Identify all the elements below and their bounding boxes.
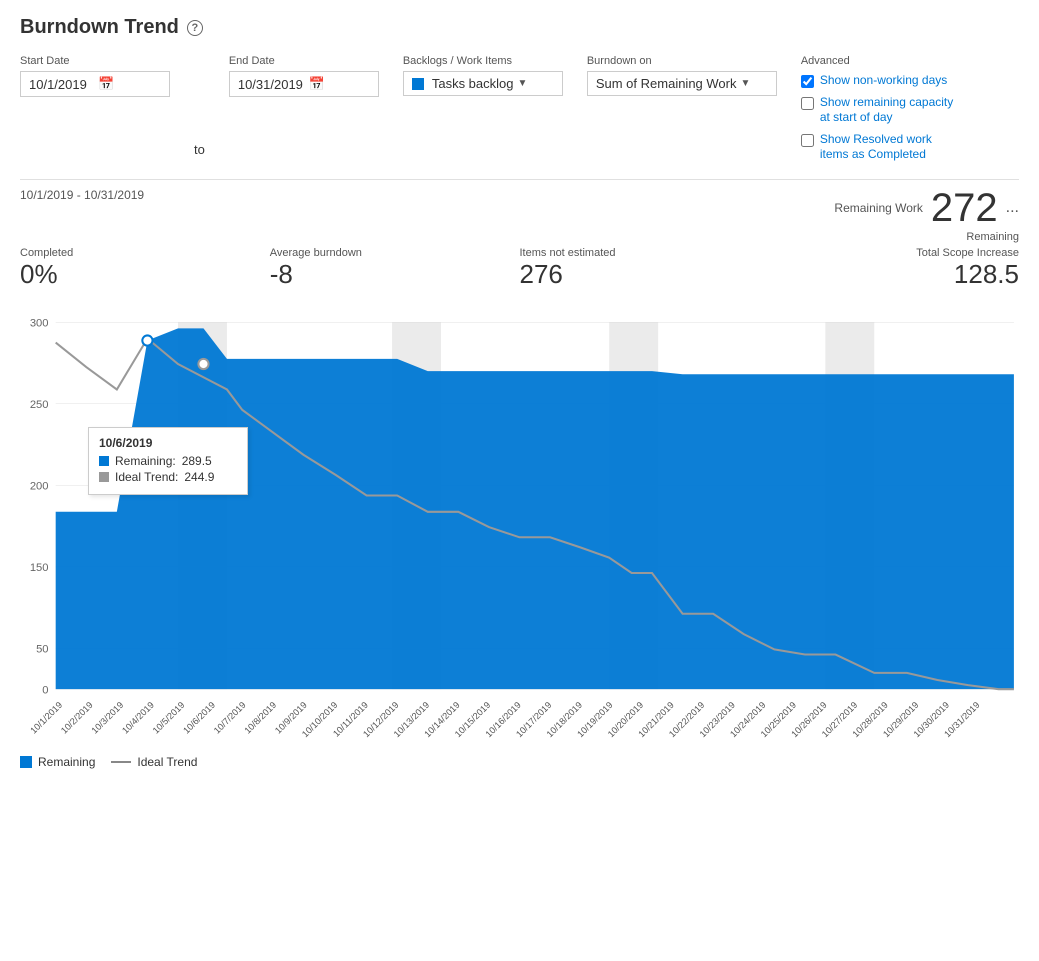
end-date-value: 10/31/2019: [238, 77, 303, 92]
completed-stat: Completed 0%: [20, 247, 270, 289]
svg-text:0: 0: [42, 684, 48, 696]
svg-text:250: 250: [30, 399, 49, 411]
svg-text:10/7/2019: 10/7/2019: [212, 700, 248, 736]
start-date-label: Start Date: [20, 55, 170, 67]
legend-remaining: Remaining: [20, 755, 95, 769]
page-title: Burndown Trend: [20, 16, 179, 39]
burndown-chart: 300 250 200 150 50 0: [20, 297, 1019, 747]
calendar-icon-end: 📅: [309, 76, 370, 92]
advanced-label: Advanced: [801, 55, 960, 67]
end-date-input[interactable]: 10/31/2019 📅: [229, 71, 379, 97]
svg-text:10/1/2019: 10/1/2019: [28, 700, 64, 736]
chart-area: 300 250 200 150 50 0: [20, 297, 1019, 747]
tooltip-ideal-value: 244.9: [184, 470, 214, 484]
svg-text:10/4/2019: 10/4/2019: [120, 700, 156, 736]
avg-burndown-label: Average burndown: [270, 247, 520, 260]
legend-ideal-label: Ideal Trend: [137, 755, 197, 769]
more-options-icon[interactable]: ...: [1006, 199, 1019, 217]
burndown-on-value: Sum of Remaining Work: [596, 76, 737, 91]
checkbox-nonworking-input[interactable]: [801, 75, 814, 88]
tooltip-date: 10/6/2019: [99, 436, 237, 450]
svg-text:10/8/2019: 10/8/2019: [242, 700, 278, 736]
divider: [20, 179, 1019, 180]
remaining-sub-label: Remaining: [966, 231, 1019, 243]
total-scope-stat: Total Scope Increase 128.5: [769, 247, 1019, 289]
svg-text:300: 300: [30, 317, 49, 329]
backlogs-group: Backlogs / Work Items Tasks backlog ▼: [403, 55, 563, 96]
svg-text:200: 200: [30, 480, 49, 492]
avg-burndown-stat: Average burndown -8: [270, 247, 520, 289]
end-date-label: End Date: [229, 55, 379, 67]
legend-remaining-label: Remaining: [38, 755, 95, 769]
remaining-work-value: 272: [931, 188, 998, 228]
tooltip-remaining-color: [99, 456, 109, 466]
legend-ideal-line: [111, 761, 131, 763]
tooltip-remaining-row: Remaining: 289.5: [99, 454, 237, 468]
calendar-icon: 📅: [98, 76, 161, 92]
start-date-input[interactable]: 10/1/2019 📅: [20, 71, 170, 97]
checkbox-resolved: Show Resolved work items as Completed: [801, 132, 960, 163]
chart-header: 10/1/2019 - 10/31/2019 Remaining Work 27…: [20, 188, 1019, 243]
checkbox-capacity-label[interactable]: Show remaining capacity at start of day: [820, 95, 960, 126]
svg-text:10/2/2019: 10/2/2019: [59, 700, 95, 736]
checkbox-resolved-input[interactable]: [801, 134, 814, 147]
checkbox-remaining-capacity: Show remaining capacity at start of day: [801, 95, 960, 126]
tooltip-remaining-value: 289.5: [182, 454, 212, 468]
svg-text:150: 150: [30, 562, 49, 574]
items-not-estimated-value: 276: [520, 260, 770, 289]
tooltip-ideal-row: Ideal Trend: 244.9: [99, 470, 237, 484]
help-icon[interactable]: ?: [187, 20, 203, 36]
svg-text:10/6/2019: 10/6/2019: [181, 700, 217, 736]
total-scope-value: 128.5: [769, 260, 1019, 289]
legend-remaining-color: [20, 756, 32, 768]
chart-date-range: 10/1/2019 - 10/31/2019: [20, 188, 144, 202]
remaining-work-box: Remaining Work 272 ... Remaining: [834, 188, 1019, 243]
chevron-down-icon: ▼: [518, 78, 528, 89]
backlogs-label: Backlogs / Work Items: [403, 55, 563, 67]
burndown-on-label: Burndown on: [587, 55, 777, 67]
avg-burndown-value: -8: [270, 260, 520, 289]
burndown-on-dropdown[interactable]: Sum of Remaining Work ▼: [587, 71, 777, 96]
tooltip-ideal-label: Ideal Trend:: [115, 470, 178, 484]
remaining-work-label: Remaining Work: [834, 201, 922, 215]
checkbox-nonworking-label[interactable]: Show non-working days: [820, 73, 947, 89]
items-not-estimated-stat: Items not estimated 276: [520, 247, 770, 289]
advanced-group: Advanced Show non-working days Show rema…: [801, 55, 960, 163]
start-date-value: 10/1/2019: [29, 77, 92, 92]
tooltip-ideal-color: [99, 472, 109, 482]
end-date-group: End Date 10/31/2019 📅: [229, 55, 379, 97]
chart-tooltip: 10/6/2019 Remaining: 289.5 Ideal Trend: …: [88, 427, 248, 495]
checkbox-resolved-label[interactable]: Show Resolved work items as Completed: [820, 132, 960, 163]
backlogs-value: Tasks backlog: [432, 76, 514, 91]
backlog-icon: [412, 78, 424, 90]
checkbox-capacity-input[interactable]: [801, 97, 814, 110]
legend-ideal-trend: Ideal Trend: [111, 755, 197, 769]
chevron-down-icon-burndown: ▼: [741, 78, 751, 89]
checkbox-nonworking: Show non-working days: [801, 73, 960, 89]
backlogs-dropdown[interactable]: Tasks backlog ▼: [403, 71, 563, 96]
burndown-on-group: Burndown on Sum of Remaining Work ▼: [587, 55, 777, 96]
stats-row: Completed 0% Average burndown -8 Items n…: [20, 247, 1019, 289]
svg-text:10/5/2019: 10/5/2019: [151, 700, 187, 736]
tooltip-remaining-label: Remaining:: [115, 454, 176, 468]
to-separator: to: [194, 142, 205, 163]
svg-text:50: 50: [36, 643, 48, 655]
completed-value: 0%: [20, 260, 270, 289]
svg-text:10/3/2019: 10/3/2019: [90, 700, 126, 736]
chart-legend: Remaining Ideal Trend: [20, 755, 1019, 769]
start-date-group: Start Date 10/1/2019 📅: [20, 55, 170, 97]
